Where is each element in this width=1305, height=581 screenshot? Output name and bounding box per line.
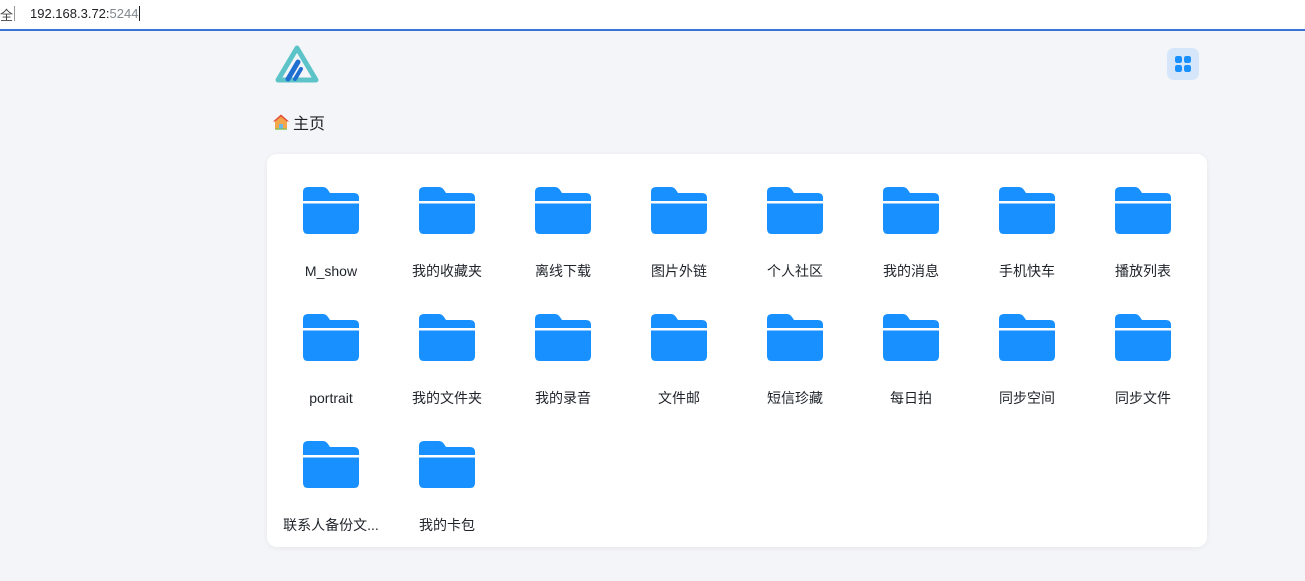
folder-item[interactable]: 播放列表 bbox=[1085, 154, 1201, 281]
home-icon bbox=[273, 114, 289, 130]
folder-name: 同步空间 bbox=[999, 390, 1055, 406]
file-list-panel: M_show 我的收藏夹 离线下载 图片外链 个人社区 我的消息 手机快车 播放列表 portr… bbox=[267, 154, 1207, 547]
breadcrumb[interactable]: 主页 bbox=[272, 112, 326, 133]
folder-icon bbox=[1115, 187, 1171, 234]
folder-item[interactable]: 我的录音 bbox=[505, 281, 621, 408]
folder-item[interactable]: M_show bbox=[273, 154, 389, 281]
folder-item[interactable]: 图片外链 bbox=[621, 154, 737, 281]
folder-icon bbox=[883, 187, 939, 234]
folder-item[interactable]: portrait bbox=[273, 281, 389, 408]
text-caret bbox=[139, 6, 141, 21]
folder-name: 我的消息 bbox=[883, 263, 939, 279]
folder-name: 离线下载 bbox=[535, 263, 591, 279]
folder-name: 我的录音 bbox=[535, 390, 591, 406]
folder-icon bbox=[999, 187, 1055, 234]
folder-item[interactable]: 我的卡包 bbox=[389, 408, 505, 535]
folder-item[interactable]: 每日拍 bbox=[853, 281, 969, 408]
folder-name: portrait bbox=[309, 390, 353, 406]
folder-item[interactable]: 我的文件夹 bbox=[389, 281, 505, 408]
folder-icon bbox=[419, 187, 475, 234]
folder-icon bbox=[419, 314, 475, 361]
folder-item[interactable]: 文件邮 bbox=[621, 281, 737, 408]
folder-icon bbox=[883, 314, 939, 361]
folder-icon bbox=[651, 187, 707, 234]
folder-name: 每日拍 bbox=[890, 390, 932, 406]
grid-view-icon bbox=[1175, 56, 1191, 72]
folder-icon bbox=[999, 314, 1055, 361]
folder-icon bbox=[651, 314, 707, 361]
address-bar-divider bbox=[14, 6, 15, 21]
folder-name: 图片外链 bbox=[651, 263, 707, 279]
folder-item[interactable]: 联系人备份文... bbox=[273, 408, 389, 535]
folder-icon bbox=[303, 187, 359, 234]
folder-name: 我的收藏夹 bbox=[412, 263, 482, 279]
folder-icon bbox=[1115, 314, 1171, 361]
folder-name: M_show bbox=[304, 263, 358, 279]
folder-item[interactable]: 同步空间 bbox=[969, 281, 1085, 408]
folder-item[interactable]: 个人社区 bbox=[737, 154, 853, 281]
folder-icon bbox=[535, 314, 591, 361]
address-bar-prefix: 全 bbox=[0, 8, 14, 23]
folder-name: 个人社区 bbox=[767, 263, 823, 279]
address-bar[interactable]: 全 192.168.3.72:5244 bbox=[0, 0, 1305, 31]
folder-item[interactable]: 我的消息 bbox=[853, 154, 969, 281]
url-text[interactable]: 192.168.3.72:5244 bbox=[30, 6, 141, 21]
folder-name: 联系人备份文... bbox=[283, 517, 379, 533]
folder-item[interactable]: 离线下载 bbox=[505, 154, 621, 281]
folder-item[interactable]: 我的收藏夹 bbox=[389, 154, 505, 281]
url-host: 192.168.3.72: bbox=[30, 6, 110, 21]
folder-item[interactable]: 同步文件 bbox=[1085, 281, 1201, 408]
folder-name: 我的文件夹 bbox=[412, 390, 482, 406]
folder-name: 同步文件 bbox=[1115, 390, 1171, 406]
view-toggle-button[interactable] bbox=[1167, 48, 1199, 80]
url-port: 5244 bbox=[109, 6, 139, 21]
folder-name: 播放列表 bbox=[1115, 263, 1171, 279]
folder-icon bbox=[535, 187, 591, 234]
folder-icon bbox=[419, 441, 475, 488]
folder-name: 文件邮 bbox=[658, 390, 700, 406]
folder-name: 手机快车 bbox=[999, 263, 1055, 279]
folder-icon bbox=[303, 314, 359, 361]
folder-name: 短信珍藏 bbox=[767, 390, 823, 406]
folder-icon bbox=[767, 314, 823, 361]
folder-icon bbox=[303, 441, 359, 488]
folder-item[interactable]: 手机快车 bbox=[969, 154, 1085, 281]
folder-name: 我的卡包 bbox=[419, 517, 475, 533]
folder-grid: M_show 我的收藏夹 离线下载 图片外链 个人社区 我的消息 手机快车 播放列表 portr… bbox=[273, 154, 1201, 535]
folder-icon bbox=[767, 187, 823, 234]
breadcrumb-home-label: 主页 bbox=[293, 116, 326, 133]
alist-logo-icon[interactable] bbox=[275, 45, 319, 83]
folder-item[interactable]: 短信珍藏 bbox=[737, 281, 853, 408]
